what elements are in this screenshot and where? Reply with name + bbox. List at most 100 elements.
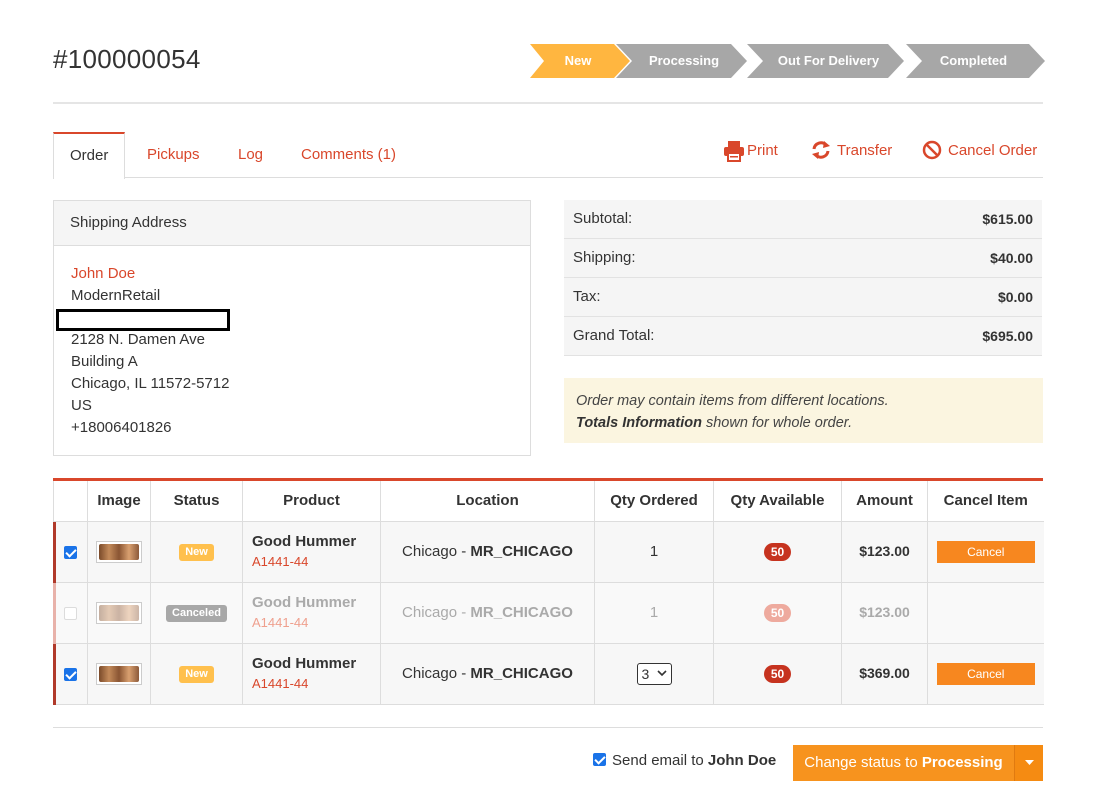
- header-cancel-item: Cancel Item: [927, 481, 1044, 522]
- change-status-dropdown[interactable]: [1014, 745, 1043, 781]
- note-line-2: Totals Information shown for whole order…: [576, 412, 1031, 434]
- product-thumbnail[interactable]: [96, 662, 142, 685]
- tab-comments[interactable]: Comments (1): [301, 132, 396, 178]
- shipping-company: ModernRetail: [71, 287, 161, 304]
- table-row: New Good Hummer A1441-44 Chicago - MR_CHI…: [53, 643, 1044, 705]
- row-product-cell: Good Hummer A1441-44: [242, 582, 381, 644]
- tab-pickups[interactable]: Pickups: [147, 132, 200, 178]
- status-badge: Canceled: [166, 605, 227, 622]
- header-product: Product: [242, 481, 381, 522]
- tab-order[interactable]: Order: [53, 132, 126, 179]
- cancel-item-button[interactable]: Cancel: [936, 540, 1035, 563]
- location-city: Chicago -: [402, 543, 471, 560]
- header-status: Status: [150, 481, 243, 522]
- row-status-cell: New: [150, 643, 243, 705]
- order-items-table: Image Status Product Location Qty Ordere…: [53, 478, 1044, 705]
- shipping-city: Chicago, IL 11572-5712: [71, 375, 230, 392]
- product-thumbnail[interactable]: [96, 601, 142, 624]
- row-cancel-cell: Cancel: [927, 643, 1044, 705]
- row-checkbox[interactable]: [64, 667, 77, 681]
- send-email-option[interactable]: Send email to John Doe: [593, 751, 776, 771]
- row-amount: $123.00: [859, 543, 910, 559]
- subtotal-row: Subtotal: $615.00: [564, 200, 1042, 239]
- transfer-label: Transfer: [837, 142, 893, 159]
- change-status-target: Processing: [921, 754, 1003, 771]
- redaction-box: [56, 309, 230, 331]
- tax-label: Tax:: [573, 288, 601, 305]
- table-row: Canceled Good Hummer A1441-44 Chicago - M…: [53, 582, 1044, 644]
- header-location: Location: [380, 481, 595, 522]
- note-rest: shown for whole order.: [701, 415, 853, 431]
- change-status-prefix: Change status to: [804, 754, 922, 771]
- subtotal-label: Subtotal:: [573, 210, 633, 227]
- qty-available-badge: 50: [763, 603, 792, 622]
- cancel-item-button[interactable]: Cancel: [936, 662, 1035, 685]
- row-checkbox[interactable]: [64, 545, 77, 559]
- row-cancel-cell: [927, 582, 1044, 644]
- shipping-name[interactable]: John Doe: [71, 265, 135, 282]
- product-sku[interactable]: A1441-44: [252, 613, 380, 633]
- product-name: Good Hummer: [252, 654, 357, 672]
- row-location-cell: Chicago - MR_CHICAGO: [380, 582, 595, 644]
- step-completed: Completed: [939, 53, 1008, 68]
- row-location-cell: Chicago - MR_CHICAGO: [380, 521, 595, 583]
- row-select-cell: [53, 643, 88, 705]
- row-select-cell: [53, 521, 88, 583]
- tax-value: $0.00: [997, 289, 1033, 305]
- row-qty-available-cell: 50: [713, 521, 842, 583]
- location-city: Chicago -: [402, 665, 471, 682]
- table-row: New Good Hummer A1441-44 Chicago - MR_CHI…: [53, 521, 1044, 583]
- location-city: Chicago -: [402, 604, 471, 621]
- order-totals: Subtotal: $615.00 Shipping: $40.00 Tax: …: [564, 200, 1042, 356]
- product-name: Good Hummer: [252, 532, 357, 550]
- row-cancel-cell: Cancel: [927, 521, 1044, 583]
- change-status-button[interactable]: Change status to Processing: [793, 745, 1043, 781]
- cancel-order-button[interactable]: Cancel Order: [922, 137, 1037, 165]
- step-new: New: [564, 53, 592, 68]
- qty-available-badge: 50: [763, 664, 792, 683]
- location-code: MR_CHICAGO: [470, 604, 573, 621]
- printer-icon: [724, 141, 744, 162]
- shipping-phone: +18006401826: [71, 419, 172, 436]
- row-amount: $369.00: [859, 665, 910, 681]
- product-sku[interactable]: A1441-44: [252, 552, 380, 572]
- row-select-cell: [53, 582, 88, 644]
- send-email-recipient: John Doe: [707, 752, 777, 769]
- send-email-checkbox[interactable]: [593, 753, 606, 766]
- chevron-down-icon: [656, 669, 667, 676]
- header-divider: [53, 102, 1043, 104]
- tax-row: Tax: $0.00: [564, 278, 1042, 317]
- qty-ordered: 1: [649, 543, 659, 560]
- product-sku[interactable]: A1441-44: [252, 674, 380, 694]
- shipping-building: Building A: [71, 353, 138, 370]
- row-qty-available-cell: 50: [713, 643, 842, 705]
- tab-log[interactable]: Log: [238, 132, 263, 178]
- status-steps: New Processing Out For Delivery Complete…: [530, 44, 1045, 78]
- print-label: Print: [747, 142, 778, 159]
- row-qty-available-cell: 50: [713, 582, 842, 644]
- qty-select[interactable]: 3: [636, 662, 672, 685]
- change-status-label[interactable]: Change status to Processing: [793, 745, 1014, 781]
- print-button[interactable]: Print: [723, 137, 778, 165]
- shipping-country: US: [71, 397, 92, 414]
- caret-down-icon: [1025, 760, 1034, 765]
- footer-divider: [53, 727, 1043, 728]
- shipping-row: Shipping: $40.00: [564, 239, 1042, 278]
- send-email-label: Send email to: [612, 752, 708, 769]
- shipping-label: Shipping:: [573, 249, 636, 266]
- row-qty-ordered-cell: 3: [594, 643, 714, 705]
- row-status-cell: Canceled: [150, 582, 243, 644]
- product-thumbnail[interactable]: [96, 540, 142, 563]
- grand-total-label: Grand Total:: [573, 327, 655, 344]
- order-number: #100000054: [53, 44, 201, 74]
- row-location-cell: Chicago - MR_CHICAGO: [380, 643, 595, 705]
- location-code: MR_CHICAGO: [470, 543, 573, 560]
- row-marker: [53, 643, 56, 705]
- subtotal-value: $615.00: [982, 211, 1033, 227]
- transfer-button[interactable]: Transfer: [811, 137, 892, 165]
- shipping-address-title: Shipping Address: [54, 201, 530, 246]
- header-select: [53, 481, 88, 522]
- row-qty-ordered-cell: 1: [594, 582, 714, 644]
- product-name: Good Hummer: [252, 593, 357, 611]
- header-amount: Amount: [841, 481, 928, 522]
